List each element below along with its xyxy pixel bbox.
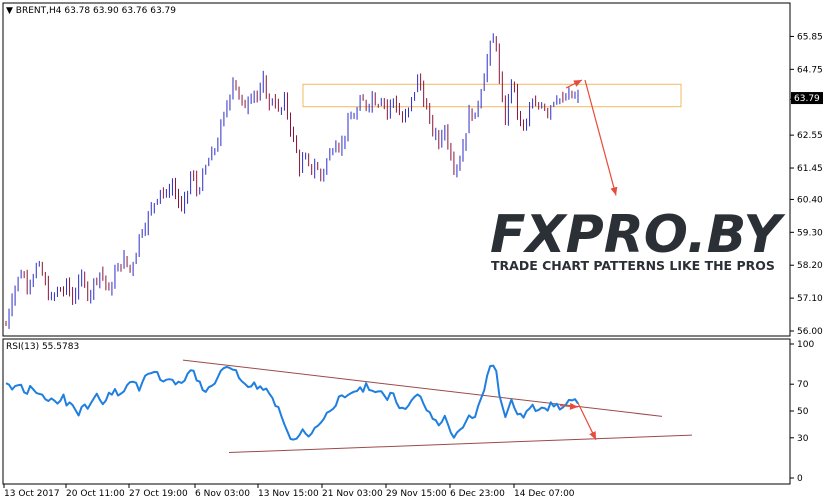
current-price-label: 63.79: [794, 94, 820, 104]
chart-canvas: FXPRO.BY TRADE CHART PATTERNS LIKE THE P…: [0, 0, 831, 504]
price-tick-label: 60.40: [797, 195, 823, 205]
price-tick-label: 64.75: [797, 65, 823, 75]
time-tick-label: 14 Dec 07:00: [514, 489, 575, 499]
price-tick-label: 58.20: [797, 261, 823, 271]
watermark-logo: FXPRO.BY TRADE CHART PATTERNS LIKE THE P…: [489, 205, 786, 274]
watermark-logo-text: FXPRO.BY: [490, 205, 786, 265]
price-tick-label: 57.10: [797, 294, 823, 304]
time-tick-label: 29 Nov 15:00: [386, 489, 447, 499]
price-tick-label: 56.00: [797, 327, 823, 337]
time-tick-label: 27 Oct 19:00: [129, 489, 188, 499]
rsi-pane[interactable]: [2, 338, 791, 485]
price-tick-label: 61.45: [797, 164, 823, 174]
price-tick-label: 62.55: [797, 131, 823, 141]
rsi-tick-label: 0: [797, 474, 803, 484]
time-tick-label: 13 Oct 2017: [4, 489, 60, 499]
time-tick-label: 21 Nov 03:00: [322, 489, 383, 499]
rsi-title: RSI(13) 55.5783: [6, 342, 79, 352]
rsi-tick-label: 70: [797, 380, 809, 390]
time-tick-label: 6 Dec 23:00: [450, 489, 505, 499]
price-tick-label: 65.85: [797, 32, 823, 42]
time-tick-label: 6 Nov 03:00: [195, 489, 250, 499]
time-tick-label: 13 Nov 15:00: [258, 489, 319, 499]
price-tick-label: 59.30: [797, 228, 823, 238]
rsi-tick-label: 30: [797, 434, 809, 444]
main-pane[interactable]: [2, 2, 791, 337]
rsi-tick-label: 50: [797, 407, 809, 417]
time-tick-label: 20 Oct 11:00: [66, 489, 125, 499]
chart-title: ▼ BRENT,H4 63.78 63.90 63.76 63.79: [6, 6, 176, 16]
watermark-tagline: TRADE CHART PATTERNS LIKE THE PROS: [491, 258, 775, 273]
rsi-tick-label: 100: [797, 340, 814, 350]
